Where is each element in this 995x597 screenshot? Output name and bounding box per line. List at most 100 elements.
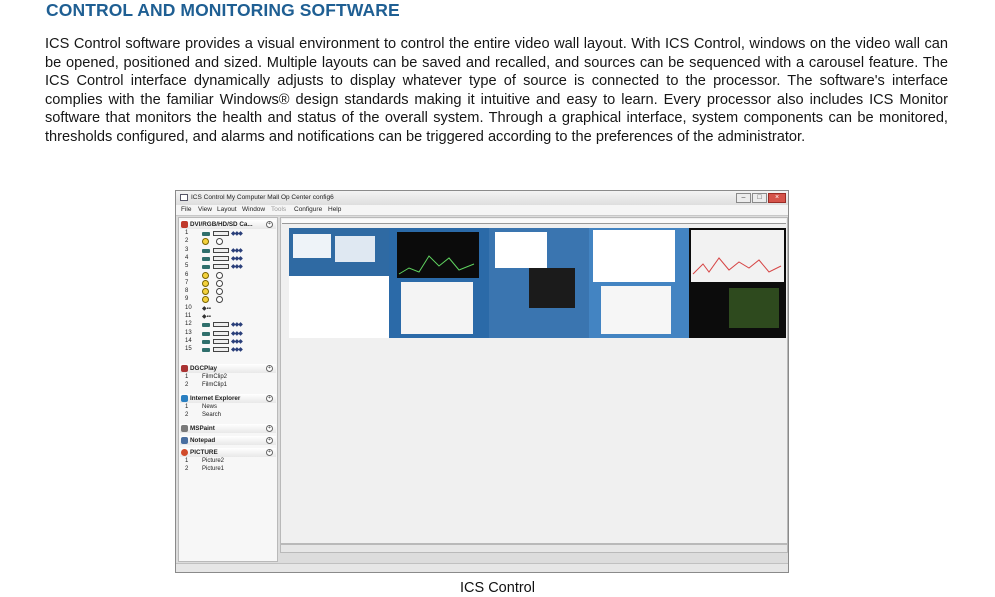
- menu-tools[interactable]: Tools: [271, 206, 286, 213]
- input-row[interactable]: 11 ◆▪▪: [185, 313, 275, 321]
- paint-icon: [181, 425, 188, 432]
- group-add-icon[interactable]: +: [266, 395, 273, 402]
- input-row[interactable]: 9: [185, 296, 275, 304]
- connector-icon: ◆▪▪: [202, 305, 211, 312]
- menu-help[interactable]: Help: [328, 206, 341, 213]
- wall-window-map: [529, 268, 575, 308]
- input-row[interactable]: 3 ◆◆◆: [185, 247, 275, 255]
- signal-box-icon: [213, 330, 229, 336]
- monitor-icon: [202, 256, 210, 261]
- signal-box-icon: [213, 264, 229, 270]
- disconnected-icon: [216, 288, 223, 296]
- monitor-icon: [202, 265, 210, 270]
- status-dots-icon: ◆◆◆: [231, 322, 243, 329]
- group-add-icon[interactable]: +: [266, 449, 273, 456]
- item-label: Search: [202, 412, 222, 418]
- group-add-icon[interactable]: +: [266, 365, 273, 372]
- monitor-icon: [202, 339, 210, 344]
- input-row[interactable]: 15 ◆◆◆: [185, 346, 275, 354]
- list-item[interactable]: 1 News: [185, 404, 275, 412]
- group-label: DGCPlay: [190, 365, 217, 372]
- input-row[interactable]: 14 ◆◆◆: [185, 338, 275, 346]
- list-item[interactable]: 2 Picture1: [185, 466, 275, 474]
- signal-box-icon: [213, 247, 229, 253]
- source-group-icon: [181, 221, 188, 228]
- wall-window-chart: [495, 232, 547, 268]
- wall-window-monitor: [397, 232, 479, 278]
- horizontal-ruler: [282, 219, 786, 224]
- status-dots-icon: ◆◆◆: [231, 231, 243, 237]
- video-wall-preview[interactable]: [289, 228, 786, 338]
- input-number: 9: [185, 296, 189, 303]
- list-item[interactable]: 2 Search: [185, 412, 275, 420]
- input-number: 6: [185, 271, 189, 278]
- group-mspaint[interactable]: MSPaint +: [180, 424, 276, 433]
- menu-configure[interactable]: Configure: [294, 206, 322, 213]
- menu-bar: File View Layout Window Tools Configure …: [176, 205, 788, 216]
- menu-file[interactable]: File: [181, 206, 191, 213]
- group-label: Internet Explorer: [190, 395, 241, 402]
- horizontal-scrollbar[interactable]: [280, 544, 788, 553]
- item-number: 1: [185, 458, 189, 464]
- input-number: 7: [185, 279, 189, 286]
- browser-icon: [181, 395, 188, 402]
- list-item[interactable]: 2 FilmClip1: [185, 382, 275, 390]
- disconnected-icon: [216, 296, 223, 304]
- group-dgcplay[interactable]: DGCPlay +: [180, 364, 276, 373]
- wall-window-diagram: [601, 286, 671, 334]
- connector-icon: ◆▪▪: [202, 314, 211, 320]
- signal-box-icon: [213, 255, 229, 261]
- wall-screen-blank: [289, 276, 389, 338]
- group-add-icon[interactable]: +: [266, 437, 273, 444]
- minimize-button[interactable]: –: [736, 193, 751, 203]
- input-row[interactable]: 2: [185, 238, 275, 246]
- input-row[interactable]: 6: [185, 271, 275, 280]
- group-add-icon[interactable]: +: [266, 425, 273, 432]
- maximize-button[interactable]: □: [752, 193, 767, 203]
- item-label: Picture1: [202, 466, 225, 472]
- close-button[interactable]: ×: [768, 193, 786, 203]
- item-label: News: [202, 404, 218, 410]
- window-title: ICS Control My Computer Mall Op Center c…: [191, 194, 334, 201]
- input-row[interactable]: 5 ◆◆◆: [185, 263, 275, 271]
- group-notepad[interactable]: Notepad +: [180, 436, 276, 445]
- signal-box-icon: [213, 231, 229, 236]
- item-number: 2: [185, 466, 189, 472]
- input-row[interactable]: 12 ◆◆◆: [185, 321, 275, 329]
- signal-box-icon: [213, 338, 229, 344]
- input-number: 10: [185, 304, 192, 311]
- group-dvi[interactable]: DVI/RGB/HD/SD Ca... +: [180, 220, 276, 229]
- app-icon: [180, 194, 188, 201]
- input-row[interactable]: 13 ◆◆◆: [185, 330, 275, 338]
- description-paragraph: ICS Control software provides a visual e…: [45, 36, 948, 145]
- group-label: PICTURE: [190, 449, 218, 456]
- input-row[interactable]: 8: [185, 288, 275, 296]
- menu-window[interactable]: Window: [242, 206, 265, 213]
- input-row[interactable]: 10 ◆▪▪: [185, 305, 275, 313]
- item-number: 1: [185, 374, 189, 380]
- list-item[interactable]: 1 Picture2: [185, 458, 275, 466]
- status-dots-icon: ◆◆◆: [231, 255, 243, 262]
- signal-box-icon: [213, 322, 229, 328]
- list-item[interactable]: 1 FilmClip2: [185, 374, 275, 382]
- group-internet-explorer[interactable]: Internet Explorer +: [180, 394, 276, 403]
- monitor-icon: [202, 348, 210, 353]
- camera-icon: [202, 296, 209, 304]
- group-add-icon[interactable]: +: [266, 221, 273, 228]
- item-label: FilmClip2: [202, 374, 228, 380]
- status-dots-icon: ◆◆◆: [231, 330, 243, 337]
- camera-icon: [202, 238, 209, 246]
- status-bar: [176, 563, 788, 572]
- input-row[interactable]: 4 ◆◆◆: [185, 255, 275, 263]
- input-row[interactable]: 1 ◆◆◆: [185, 230, 275, 238]
- monitor-icon: [202, 323, 210, 328]
- group-picture[interactable]: PICTURE +: [180, 448, 276, 457]
- input-number: 11: [185, 313, 192, 319]
- input-row[interactable]: 7: [185, 279, 275, 288]
- input-number: 3: [185, 246, 189, 253]
- input-number: 4: [185, 254, 189, 261]
- menu-view[interactable]: View: [198, 206, 212, 213]
- sources-panel: DVI/RGB/HD/SD Ca... + 1 ◆◆◆ 2 3 ◆◆◆ 4 ◆◆◆ 5 ◆◆◆ 6…: [178, 217, 278, 562]
- input-number: 8: [185, 288, 189, 295]
- menu-layout[interactable]: Layout: [217, 206, 237, 213]
